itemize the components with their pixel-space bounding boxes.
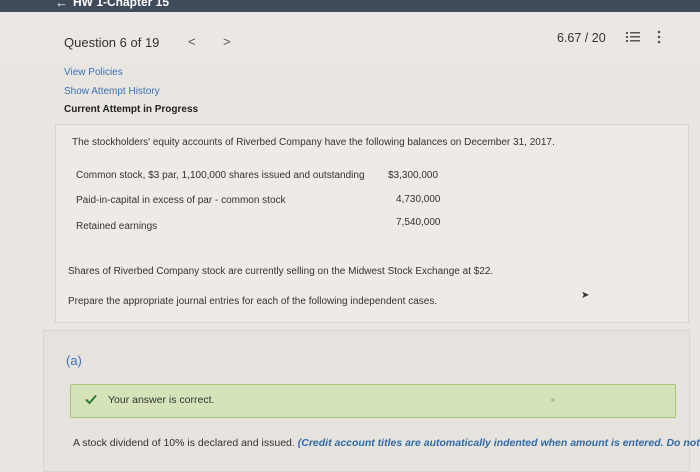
previous-question-button[interactable]: < bbox=[188, 34, 196, 49]
part-a-instruction-hint: (Credit account titles are automatically… bbox=[297, 437, 700, 449]
show-attempt-history-link[interactable]: Show Attempt History bbox=[64, 85, 198, 104]
prepare-instruction: Prepare the appropriate journal entries … bbox=[68, 296, 438, 307]
account-label-retained-earnings: Retained earnings bbox=[76, 221, 158, 232]
attempt-links: View Policies Show Attempt History Curre… bbox=[64, 66, 198, 122]
question-intro: The stockholders' equity accounts of Riv… bbox=[72, 137, 555, 148]
list-icon[interactable] bbox=[626, 30, 640, 44]
assignment-title: HW 1-Chapter 15 bbox=[73, 0, 170, 9]
status-dot bbox=[551, 398, 555, 402]
account-value-paid-in-capital: 4,730,000 bbox=[396, 194, 441, 205]
correct-answer-banner: Your answer is correct. bbox=[70, 384, 676, 418]
account-value-common-stock: $3,300,000 bbox=[388, 170, 439, 181]
part-a-card: (a) Your answer is correct. A stock divi… bbox=[43, 330, 700, 472]
question-header: Question 6 of 19 < > 6.67 / 20 bbox=[0, 12, 700, 64]
account-label-paid-in-capital: Paid-in-capital in excess of par - commo… bbox=[76, 195, 286, 206]
mouse-cursor-icon: ➤ bbox=[581, 290, 590, 301]
share-price-text: Shares of Riverbed Company stock are cur… bbox=[68, 266, 494, 277]
part-a-label: (a) bbox=[66, 353, 82, 368]
account-label-common-stock: Common stock, $3 par, 1,100,000 shares i… bbox=[76, 170, 365, 181]
account-value-retained-earnings: 7,540,000 bbox=[396, 217, 441, 228]
view-policies-link[interactable]: View Policies bbox=[64, 66, 198, 85]
score-display: 6.67 / 20 bbox=[557, 31, 606, 45]
more-icon[interactable] bbox=[656, 30, 662, 44]
top-bar: ← HW 1-Chapter 15 bbox=[0, 0, 700, 12]
part-a-instruction: A stock dividend of 10% is declared and … bbox=[73, 437, 700, 449]
correct-answer-text: Your answer is correct. bbox=[108, 394, 215, 406]
back-arrow-icon[interactable]: ← bbox=[55, 0, 68, 10]
current-attempt-label: Current Attempt in Progress bbox=[64, 104, 199, 115]
question-card: The stockholders' equity accounts of Riv… bbox=[55, 124, 689, 323]
part-a-instruction-text: A stock dividend of 10% is declared and … bbox=[73, 437, 295, 449]
next-question-button[interactable]: > bbox=[223, 34, 231, 49]
checkmark-icon bbox=[85, 394, 97, 405]
question-number: Question 6 of 19 bbox=[64, 35, 160, 50]
